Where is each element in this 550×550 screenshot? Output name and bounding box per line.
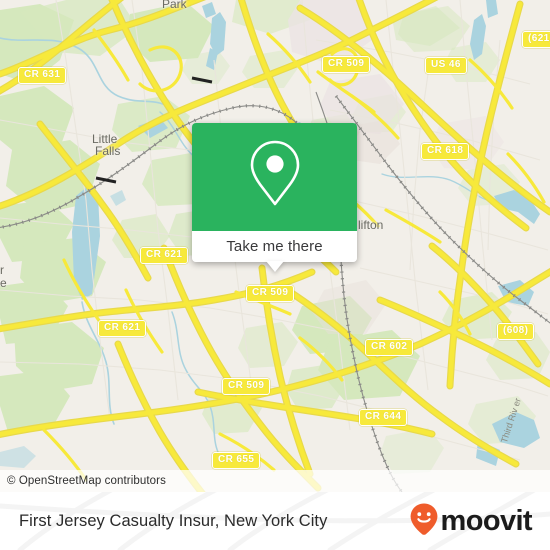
road-shield-cr618[interactable]: CR 618 xyxy=(421,143,470,160)
take-me-there-label: Take me there xyxy=(226,238,323,255)
place-label-falls: Falls xyxy=(95,144,121,158)
place-label-edge-e: e xyxy=(0,276,7,290)
road-shield-cr644[interactable]: CR 644 xyxy=(359,409,408,426)
take-me-there-card[interactable]: Take me there xyxy=(192,123,357,272)
footer-bar: First Jersey Casualty Insur, New York Ci… xyxy=(0,492,550,550)
moovit-map-screenshot: .rd { stroke:#f7e93b; stroke-linecap:rou… xyxy=(0,0,550,550)
road-shield-cr509-b[interactable]: CR 509 xyxy=(246,285,295,302)
road-shield-cr621-a[interactable]: CR 621 xyxy=(140,247,189,264)
road-shield-us46[interactable]: US 46 xyxy=(425,57,467,74)
road-shield-cr631-a[interactable]: CR 631 xyxy=(18,67,67,84)
place-label-park: Park xyxy=(162,0,187,11)
take-me-there-button[interactable]: Take me there xyxy=(192,231,357,262)
road-shield-cr509-a[interactable]: CR 509 xyxy=(322,56,371,73)
road-shield-cr621-b[interactable]: CR 621 xyxy=(98,320,147,337)
footer-content: First Jersey Casualty Insur, New York Ci… xyxy=(0,492,550,550)
page-title: First Jersey Casualty Insur, New York Ci… xyxy=(19,511,328,530)
place-label-edge-r: r xyxy=(0,263,4,277)
moovit-wordmark: moovit xyxy=(440,504,533,537)
road-shield-cr509-c[interactable]: CR 509 xyxy=(222,378,271,395)
road-shield-cr602[interactable]: CR 602 xyxy=(365,339,414,356)
moovit-smiley-pin-icon xyxy=(409,502,439,541)
card-pointer-tail xyxy=(266,261,284,272)
road-shield-608[interactable]: (608) xyxy=(497,323,535,340)
map-pin-icon xyxy=(247,138,303,213)
map-attribution: © OpenStreetMap contributors xyxy=(0,470,550,492)
road-shield-621-edge[interactable]: (621) xyxy=(522,31,550,48)
card-icon-area xyxy=(192,123,357,231)
road-shield-cr655[interactable]: CR 655 xyxy=(212,452,261,469)
moovit-logo[interactable]: moovit xyxy=(409,502,533,541)
place-label-clifton: lifton xyxy=(358,218,384,232)
attribution-text: © OpenStreetMap contributors xyxy=(7,475,166,487)
